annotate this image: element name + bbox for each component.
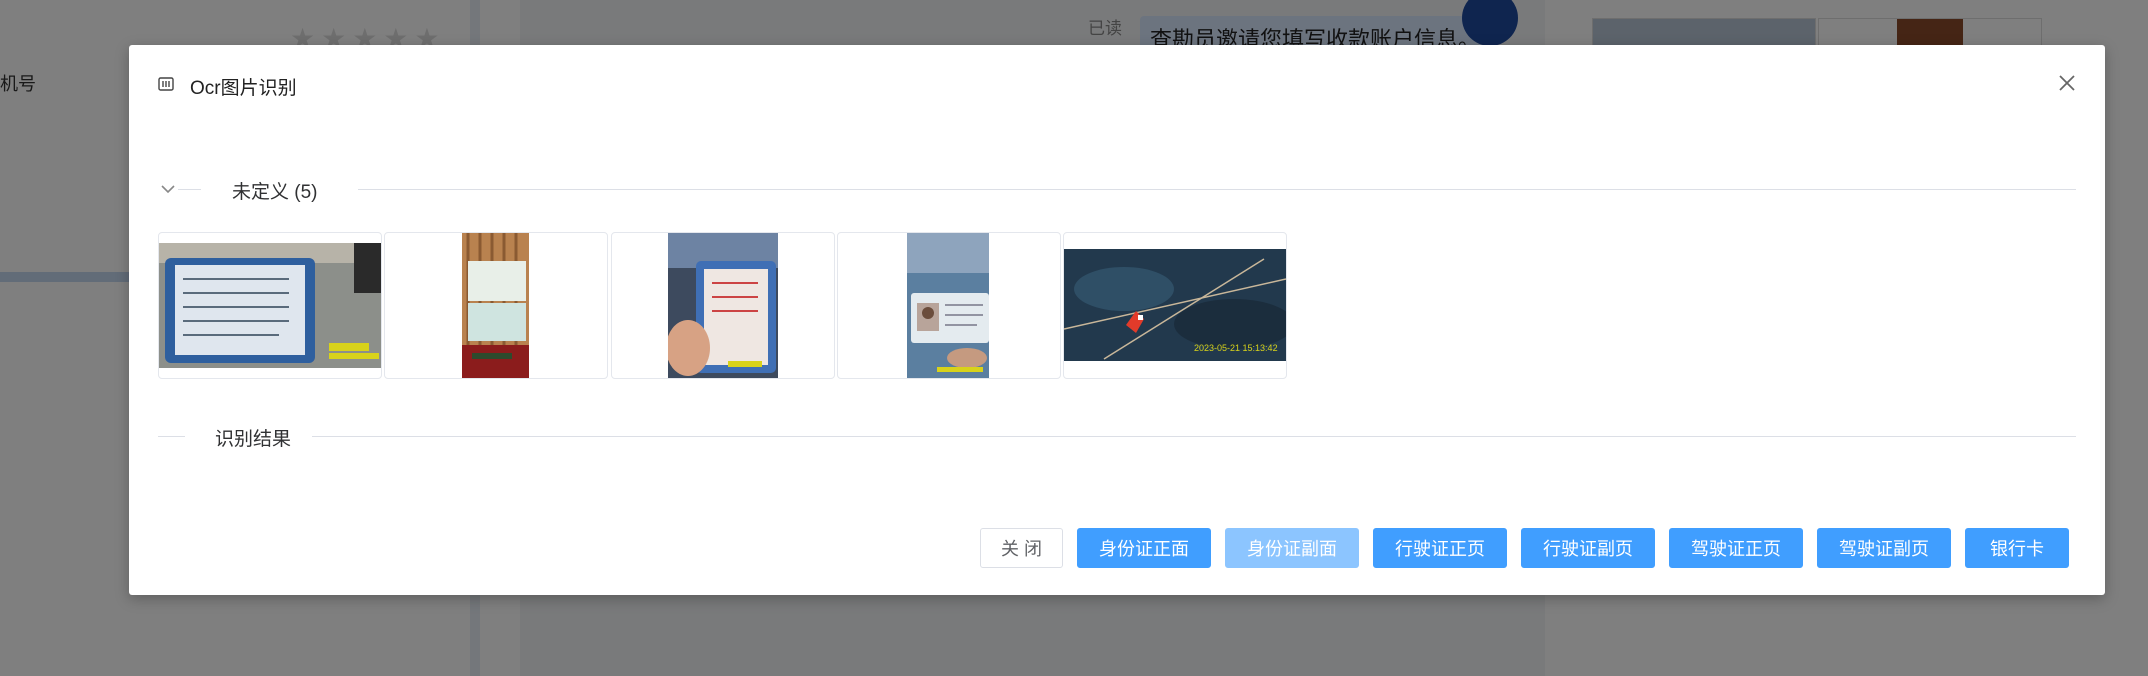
ocr-dialog: Ocr图片识别 未定义 (5) 2023-05-21 15:13:42 识别结果… xyxy=(129,45,2105,595)
divider-line xyxy=(312,436,2076,437)
bank-card-button[interactable]: 银行卡 xyxy=(1965,528,2069,568)
divider-line xyxy=(358,189,2076,190)
close-button[interactable]: 关 闭 xyxy=(980,528,1063,568)
section-title-result: 识别结果 xyxy=(213,424,294,451)
thumb-driving-license-held[interactable] xyxy=(611,232,835,379)
divider-line xyxy=(158,436,185,437)
section-title-undefined: 未定义 (5) xyxy=(230,177,320,204)
id-card-front-button[interactable]: 身份证正面 xyxy=(1077,528,1211,568)
chevron-down-icon[interactable] xyxy=(158,179,178,199)
bank-card-image xyxy=(462,233,529,378)
result-section-header: 识别结果 xyxy=(158,422,2076,452)
driver-license-back-button[interactable]: 驾驶证副页 xyxy=(1817,528,1951,568)
divider-line xyxy=(178,189,201,190)
ocr-scan-icon xyxy=(158,77,174,91)
thumb-vehicle-license-card[interactable] xyxy=(158,232,382,379)
id-card-image xyxy=(907,233,989,378)
thumb-bank-card-document[interactable] xyxy=(384,232,608,379)
vehicle-license-front-button[interactable]: 行驶证正页 xyxy=(1373,528,1507,568)
dialog-footer: 关 闭 身份证正面 身份证副面 行驶证正页 行驶证副页 驾驶证正页 驾驶证副页 … xyxy=(980,528,2069,568)
id-card-back-button[interactable]: 身份证副面 xyxy=(1225,528,1359,568)
vehicle-license-back-button[interactable]: 行驶证副页 xyxy=(1521,528,1655,568)
close-icon[interactable] xyxy=(2053,69,2081,97)
dialog-header: Ocr图片识别 xyxy=(129,45,2105,125)
driver-license-front-button[interactable]: 驾驶证正页 xyxy=(1669,528,1803,568)
dialog-title: Ocr图片识别 xyxy=(190,78,297,99)
driving-license-image xyxy=(668,233,778,378)
vehicle-license-image xyxy=(159,243,381,368)
undefined-section-header: 未定义 (5) xyxy=(158,175,2076,205)
thumb-scene-photo[interactable]: 2023-05-21 15:13:42 xyxy=(1063,232,1287,379)
photo-timestamp: 2023-05-21 15:13:42 xyxy=(1194,343,1278,353)
thumb-id-card-photo[interactable] xyxy=(837,232,1061,379)
